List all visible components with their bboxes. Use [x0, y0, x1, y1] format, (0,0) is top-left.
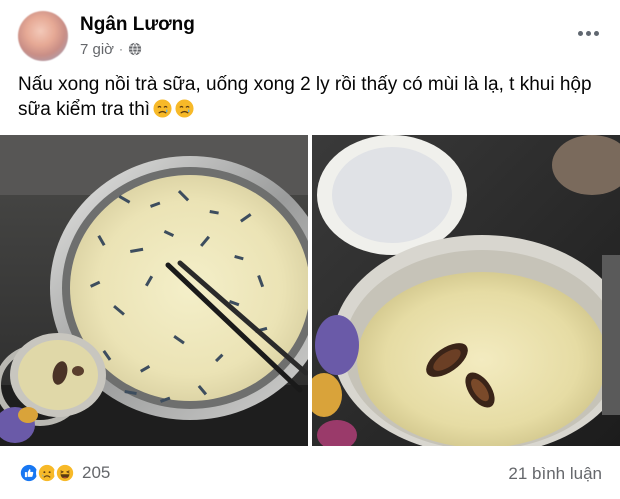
sad-tear-emoji	[153, 99, 172, 118]
post-caption: Nấu xong nồi trà sữa, uống xong 2 ly rồi…	[18, 72, 602, 122]
can-photo	[312, 135, 620, 446]
photo-open-milk-can[interactable]	[312, 135, 620, 446]
globe-icon	[128, 42, 142, 56]
comment-count-link[interactable]: 21 bình luận	[508, 464, 602, 484]
photo-pot-milk-tea[interactable]	[0, 135, 308, 446]
avatar[interactable]	[18, 11, 68, 61]
facebook-post: Ngân Lương 7 giờ · Nấu xong nồi trà sữa,…	[0, 0, 620, 499]
reactions-summary[interactable]: 205	[18, 462, 110, 484]
pot-photo	[0, 135, 308, 446]
post-header: Ngân Lương 7 giờ ·	[18, 11, 602, 63]
post-footer: 205 21 bình luận	[18, 458, 602, 488]
more-options-icon[interactable]	[574, 21, 602, 45]
post-meta: 7 giờ ·	[80, 40, 142, 58]
post-photos	[0, 135, 620, 446]
haha-icon	[54, 462, 76, 484]
reaction-count: 205	[82, 463, 111, 482]
meta-separator: ·	[119, 42, 124, 56]
sad-tear-emoji	[175, 99, 194, 118]
author-name[interactable]: Ngân Lương	[80, 14, 195, 36]
post-time[interactable]: 7 giờ	[80, 41, 114, 58]
caption-text: Nấu xong nồi trà sữa, uống xong 2 ly rồi…	[18, 74, 592, 120]
